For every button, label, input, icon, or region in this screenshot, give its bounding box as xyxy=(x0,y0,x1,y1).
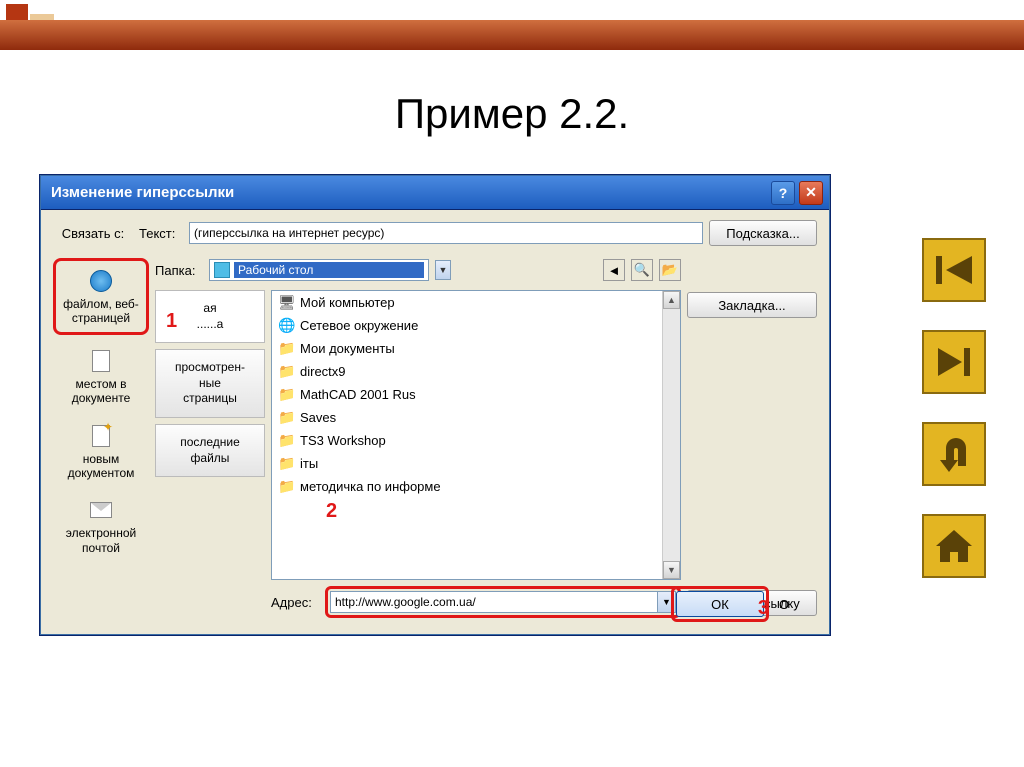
folder-icon: 📁 xyxy=(278,455,294,472)
globe-page-icon xyxy=(87,267,115,295)
folder-value: Рабочий стол xyxy=(234,262,424,278)
desktop-icon xyxy=(214,262,230,278)
address-highlight: ▼ xyxy=(325,586,681,618)
list-item[interactable]: 📁Saves xyxy=(272,406,680,429)
link-type-new-doc[interactable]: новым документом xyxy=(53,418,149,485)
bookmark-button[interactable]: Закладка... xyxy=(687,292,817,318)
scrollbar-vertical[interactable]: ▲ ▼ xyxy=(662,291,680,579)
new-document-icon xyxy=(87,422,115,450)
list-item[interactable]: 📁directx9 xyxy=(272,360,680,383)
address-input[interactable] xyxy=(330,591,658,613)
scroll-down-button[interactable]: ▼ xyxy=(663,561,680,579)
folder-icon: 📁 xyxy=(278,478,294,495)
list-item[interactable]: 🌐Сетевое окружение xyxy=(272,314,680,337)
text-input[interactable] xyxy=(189,222,703,244)
link-with-label: Связать с: xyxy=(53,226,133,241)
link-type-label: электронной почтой xyxy=(55,526,147,555)
link-type-label: файлом, веб-страницей xyxy=(58,297,144,326)
link-type-label: новым документом xyxy=(55,452,147,481)
slide-nav xyxy=(922,238,986,578)
nav-first-button[interactable] xyxy=(922,238,986,302)
ok-button[interactable]: ОК xyxy=(676,591,764,617)
scroll-up-button[interactable]: ▲ xyxy=(663,291,680,309)
address-label: Адрес: xyxy=(271,595,319,610)
network-icon: 🌐 xyxy=(278,317,294,334)
browse-web-icon[interactable]: 🔍 xyxy=(631,259,653,281)
file-list[interactable]: 🖥Мой компьютер 🌐Сетевое окружение 📁Мои д… xyxy=(271,290,681,580)
link-type-file-web[interactable]: файлом, веб-страницей xyxy=(53,258,149,335)
list-item[interactable]: 📁TS3 Workshop xyxy=(272,429,680,452)
folder-up-icon[interactable]: 📂 xyxy=(659,259,681,281)
ok-highlight: ОК xyxy=(671,586,769,622)
help-button[interactable]: ? xyxy=(771,181,795,205)
browse-tab-recent-files[interactable]: последние файлы xyxy=(155,424,265,477)
browse-tabs: ая ......а просмотрен- ные страницы посл… xyxy=(155,290,265,616)
dialog-titlebar: Изменение гиперссылки ? ✕ xyxy=(41,176,829,210)
callout-3: 3 xyxy=(758,597,769,620)
close-button[interactable]: ✕ xyxy=(799,181,823,205)
folder-combo[interactable]: Рабочий стол xyxy=(209,259,429,281)
text-label: Текст: xyxy=(139,226,183,241)
list-item[interactable]: 📁іты xyxy=(272,452,680,475)
folder-dropdown-button[interactable]: ▼ xyxy=(435,260,451,280)
nav-return-button[interactable] xyxy=(922,422,986,486)
slide-title: Пример 2.2. xyxy=(0,90,1024,138)
link-type-label: местом в документе xyxy=(55,377,147,406)
nav-next-button[interactable] xyxy=(922,330,986,394)
document-icon xyxy=(87,347,115,375)
list-item[interactable]: 📁Мои документы xyxy=(272,337,680,360)
hint-button[interactable]: Подсказка... xyxy=(709,220,817,246)
folder-icon: 📁 xyxy=(278,363,294,380)
back-icon[interactable]: ◄ xyxy=(603,259,625,281)
list-item[interactable]: 📁MathCAD 2001 Rus xyxy=(272,383,680,406)
callout-2: 2 xyxy=(326,500,337,523)
cancel-fragment: О xyxy=(779,597,815,612)
folder-icon: 📁 xyxy=(278,432,294,449)
nav-home-button[interactable] xyxy=(922,514,986,578)
folder-icon: 📁 xyxy=(278,340,294,357)
mail-icon xyxy=(87,496,115,524)
list-item[interactable]: 📁методичка по информе xyxy=(272,475,680,498)
slide-top-band xyxy=(0,20,1024,50)
browse-tab-browsed-pages[interactable]: просмотрен- ные страницы xyxy=(155,349,265,418)
folder-icon: 📁 xyxy=(278,409,294,426)
folder-label: Папка: xyxy=(155,263,203,278)
link-type-column: файлом, веб-страницей местом в документе… xyxy=(53,256,149,616)
list-item[interactable]: 🖥Мой компьютер xyxy=(272,291,680,314)
link-type-place-in-doc[interactable]: местом в документе xyxy=(53,343,149,410)
hyperlink-dialog: Изменение гиперссылки ? ✕ Связать с: Тек… xyxy=(40,175,830,635)
dialog-title: Изменение гиперссылки xyxy=(51,184,771,201)
computer-icon: 🖥 xyxy=(278,294,294,311)
callout-1: 1 xyxy=(166,310,177,333)
folder-icon: 📁 xyxy=(278,386,294,403)
link-type-email[interactable]: электронной почтой xyxy=(53,492,149,559)
